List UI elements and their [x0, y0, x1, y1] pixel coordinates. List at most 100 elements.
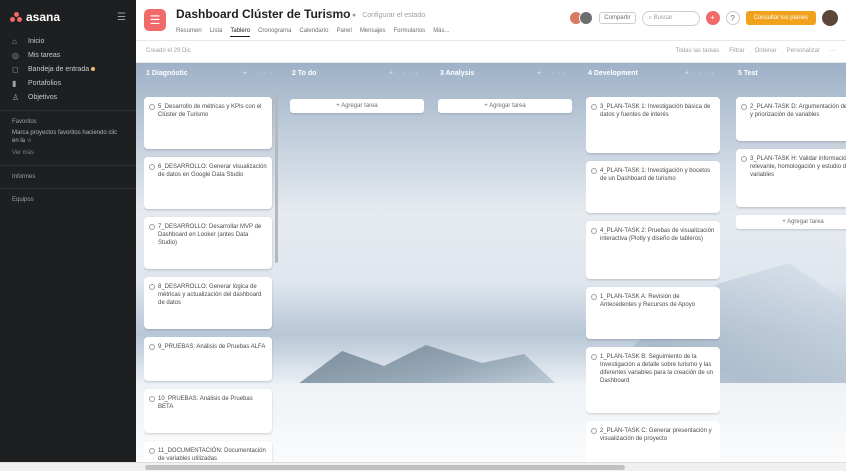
task-card[interactable]: 1_PLAN-TASK A: Revisión de Antecedentes …	[586, 287, 720, 339]
share-button[interactable]: Compartir	[599, 12, 636, 24]
view-plans-button[interactable]: Consultar los planes	[745, 11, 816, 25]
task-card[interactable]: 4_PLAN-TASK 1: Investigación y bocetos d…	[586, 161, 720, 213]
board-toolbar: Creado el 29 Dic Todas las tareas Filtra…	[136, 41, 846, 63]
complete-check-icon[interactable]	[591, 104, 597, 110]
column-header[interactable]: 5 Test	[732, 63, 846, 83]
task-card[interactable]: 10_PRUEBAS: Análisis de Pruebas BETA	[144, 389, 272, 433]
column-title[interactable]: 3 Analysis	[440, 70, 474, 77]
chevron-down-icon[interactable]: ⌄	[315, 12, 321, 19]
task-card[interactable]: 9_PRUEBAS: Análisis de Pruebas ALFA	[144, 337, 272, 381]
scrollbar-thumb[interactable]	[145, 465, 625, 470]
sidebar-item-portfolios[interactable]: ▮ Portafolios	[0, 76, 136, 90]
tab-list[interactable]: Lista	[210, 28, 223, 37]
task-card[interactable]: 5_Desarrollo de métricas y KPIs con el C…	[144, 97, 272, 149]
teams-heading[interactable]: Equipos	[0, 195, 136, 205]
tab-board[interactable]: Tablero	[230, 28, 251, 37]
help-button[interactable]: ?	[725, 11, 740, 25]
complete-check-icon[interactable]	[149, 284, 155, 290]
asana-logo-icon[interactable]	[10, 12, 22, 22]
column-actions[interactable]: + ···	[685, 70, 718, 77]
complete-check-icon[interactable]	[591, 168, 597, 174]
complete-check-icon[interactable]	[591, 228, 597, 234]
user-avatar[interactable]	[822, 10, 838, 26]
favorites-heading[interactable]: Favoritos	[0, 117, 136, 127]
notification-badge	[91, 67, 96, 71]
app-logo-text[interactable]: asana	[26, 10, 60, 24]
menu-icon[interactable]: ☰	[117, 12, 126, 23]
add-task-button[interactable]: + Agregar tarea	[438, 99, 572, 113]
project-list-icon[interactable]: ☰	[144, 9, 166, 31]
reports-heading[interactable]: Informes	[0, 172, 136, 182]
info-icon[interactable]: ⓘ	[327, 12, 334, 19]
tab-timeline[interactable]: Cronograma	[258, 28, 291, 37]
tab-dashboard[interactable]: Panel	[336, 28, 351, 37]
sort-button[interactable]: Ordenar	[755, 48, 777, 54]
tab-more[interactable]: Más...	[433, 28, 449, 37]
task-name: 10_PRUEBAS: Análisis de Pruebas BETA	[158, 396, 253, 410]
complete-check-icon[interactable]	[591, 428, 597, 434]
column-actions[interactable]: + ···	[243, 70, 276, 77]
sidebar-item-my-tasks[interactable]: ◎ Mis tareas	[0, 48, 136, 62]
search-input[interactable]: ⌕ Buscar	[641, 10, 700, 26]
column-header[interactable]: 3 Analysis + ···	[434, 63, 576, 83]
column-title[interactable]: 2 To do	[292, 70, 316, 77]
column-title[interactable]: 1 Diagnóstic	[146, 70, 188, 77]
add-task-button[interactable]: + Agregar tarea	[290, 99, 424, 113]
project-header: ☰ Dashboard Clúster de Turismo ⌄ ⓘ ☆ ● C…	[136, 0, 846, 41]
complete-check-icon[interactable]	[149, 396, 155, 402]
filter-button[interactable]: Filtrar	[729, 48, 744, 54]
horizontal-scrollbar[interactable]	[0, 462, 846, 471]
tab-calendar[interactable]: Calendario	[299, 28, 328, 37]
member-avatars[interactable]	[569, 11, 594, 25]
board-column: 1 Diagnóstic + ··· 5_Desarrollo de métri…	[140, 63, 282, 462]
task-card[interactable]: 3_PLAN-TASK H: Validar información relev…	[736, 149, 846, 207]
complete-check-icon[interactable]	[149, 164, 155, 170]
complete-check-icon[interactable]	[149, 344, 155, 350]
tab-forms[interactable]: Formularios	[394, 28, 426, 37]
view-all-link[interactable]: Ver más	[0, 147, 136, 159]
column-header[interactable]: 4 Development + ···	[582, 63, 724, 83]
task-card[interactable]: 6_DESARROLLO: Generar visualización de d…	[144, 157, 272, 209]
tab-messages[interactable]: Mensajes	[360, 28, 386, 37]
task-card[interactable]: 8_DESARROLLO: Generar lógica de métricas…	[144, 277, 272, 329]
star-icon[interactable]: ☆	[340, 12, 346, 19]
complete-check-icon[interactable]	[591, 354, 597, 360]
task-card[interactable]: 2_PLAN-TASK D: Argumentación de datos y …	[736, 97, 846, 141]
logo-row: asana ☰	[0, 0, 136, 34]
all-tasks-filter[interactable]: Todas las tareas	[676, 48, 720, 54]
tab-summary[interactable]: Resumen	[176, 28, 202, 37]
complete-check-icon[interactable]	[741, 156, 747, 162]
task-card[interactable]: 11_DOCUMENTACIÓN: Documentación de varia…	[144, 441, 272, 462]
add-icon[interactable]: +	[705, 11, 720, 25]
column-header[interactable]: 2 To do + ···	[286, 63, 428, 83]
task-card[interactable]: 3_PLAN-TASK 1: Investigación básica de d…	[586, 97, 720, 153]
sidebar-item-inbox[interactable]: ◻ Bandeja de entrada	[0, 62, 136, 76]
column-title[interactable]: 4 Development	[588, 70, 638, 77]
column-actions[interactable]: + ···	[537, 70, 570, 77]
task-card[interactable]: 4_PLAN-TASK 2: Pruebas de visualización …	[586, 221, 720, 279]
complete-check-icon[interactable]	[149, 448, 155, 454]
toolbar-actions: Todas las tareas Filtrar Ordenar Persona…	[676, 48, 836, 54]
sidebar-item-home[interactable]: ⌂ Inicio	[0, 34, 136, 48]
board-canvas: 1 Diagnóstic + ··· 5_Desarrollo de métri…	[136, 63, 846, 462]
column-scrollbar[interactable]	[275, 93, 278, 263]
task-card[interactable]: 7_DESARROLLO: Desarrollar MVP de Dashboa…	[144, 217, 272, 269]
complete-check-icon[interactable]	[149, 104, 155, 110]
task-name: 1_PLAN-TASK A: Revisión de Antecedentes …	[600, 294, 696, 308]
set-status-link[interactable]: Configurar el estado	[362, 12, 425, 19]
column-header[interactable]: 1 Diagnóstic + ···	[140, 63, 282, 83]
title-actions: ⌄ ⓘ ☆ ● Configurar el estado	[315, 10, 429, 20]
column-actions[interactable]: + ···	[389, 70, 422, 77]
more-options-icon[interactable]: ···	[830, 48, 836, 54]
person-icon: ♙	[12, 92, 20, 102]
complete-check-icon[interactable]	[741, 104, 747, 110]
complete-check-icon[interactable]	[149, 224, 155, 230]
task-name: 4_PLAN-TASK 1: Investigación y bocetos d…	[600, 168, 711, 182]
column-title[interactable]: 5 Test	[738, 70, 758, 77]
customize-button[interactable]: Personalizar	[787, 48, 820, 54]
complete-check-icon[interactable]	[591, 294, 597, 300]
task-card[interactable]: 2_PLAN-TASK C: Generar presentación y vi…	[586, 421, 720, 462]
add-task-button[interactable]: + Agregar tarea	[736, 215, 846, 229]
task-card[interactable]: 1_PLAN-TASK B: Seguimiento de la Investi…	[586, 347, 720, 413]
sidebar-item-goals[interactable]: ♙ Objetivos	[0, 90, 136, 104]
